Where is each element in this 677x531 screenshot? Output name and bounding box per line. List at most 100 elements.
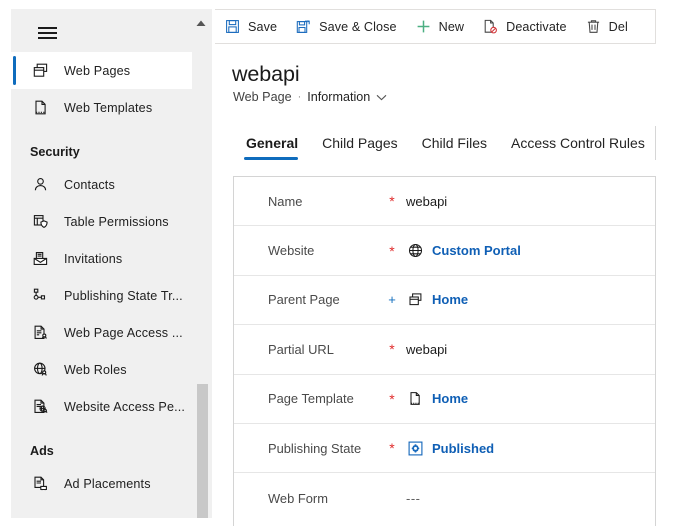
sidebar-item-label: Ad Placements (64, 476, 151, 491)
field-row-web-form: Web Form --- (234, 473, 655, 522)
required-marker: * (389, 341, 395, 358)
field-value-text: webapi (406, 193, 448, 209)
field-value-link[interactable]: Home (432, 292, 468, 307)
required-marker: * (389, 193, 395, 210)
sidebar-item-publishing-state-transitions[interactable]: Publishing State Tr... (11, 277, 192, 314)
field-value-text: webapi (406, 341, 448, 357)
sidebar-item-contacts[interactable]: Contacts (11, 166, 192, 203)
tab-general[interactable]: General (232, 128, 310, 160)
required-marker: * (389, 440, 395, 457)
required-marker: * (389, 242, 395, 259)
save-label: Save (248, 19, 278, 34)
required-marker: * (389, 390, 395, 407)
field-label: Page Template (268, 391, 354, 407)
sidebar: Web Pages Web Templates Security Contact… (11, 9, 212, 518)
tab-label: Access Control Rules (511, 135, 645, 151)
sidebar-item-web-pages[interactable]: Web Pages (11, 52, 192, 89)
field-value-website[interactable]: Custom Portal (401, 242, 521, 260)
save-and-close-label: Save & Close (319, 19, 397, 34)
sidebar-item-label: Web Templates (64, 100, 153, 115)
subheader-separator: · (297, 91, 302, 103)
web-pages-icon (406, 291, 424, 309)
sidebar-item-label: Contacts (64, 177, 115, 192)
new-label: New (438, 19, 465, 34)
tab-bar-right-edge (655, 126, 656, 160)
chevron-down-icon (376, 94, 387, 101)
sidebar-group-label: Security (30, 145, 80, 159)
field-value-link[interactable]: Home (432, 391, 468, 406)
web-page-access-icon (30, 322, 51, 343)
web-pages-icon (30, 60, 51, 81)
tab-child-pages[interactable]: Child Pages (310, 128, 410, 158)
sidebar-item-web-page-access-control-rules[interactable]: Web Page Access ... (11, 314, 192, 351)
field-row-partial-url: Partial URL * webapi (234, 325, 655, 375)
new-button[interactable]: New (406, 10, 474, 43)
field-value-parent-page[interactable]: Home (401, 291, 468, 309)
sidebar-nav-list: Web Pages Web Templates Security Contact… (11, 52, 212, 518)
field-label: Parent Page (268, 292, 340, 308)
field-value-text: --- (406, 490, 421, 506)
field-label: Publishing State (268, 440, 362, 456)
field-row-page-template: Page Template * Home (234, 375, 655, 424)
page-template-icon (406, 390, 424, 408)
field-label: Web Form (268, 490, 328, 506)
sidebar-scrollbar-thumb[interactable] (197, 384, 208, 518)
form-card: Name * webapi Website * Custom Portal Pa… (233, 176, 656, 526)
record-content-area: Save Save & Close New Deactivate Del web… (215, 0, 677, 531)
field-value-web-form[interactable]: --- (401, 491, 421, 506)
field-row-parent-page: Parent Page + Home (234, 276, 655, 326)
sidebar-item-invitations[interactable]: Invitations (11, 240, 192, 277)
tab-bar: General Child Pages Child Files Access C… (232, 128, 657, 160)
hamburger-icon[interactable] (28, 22, 64, 44)
entity-name: Web Page (233, 90, 292, 104)
field-value-partial-url[interactable]: webapi (401, 342, 447, 357)
field-value-link[interactable]: Custom Portal (432, 243, 521, 258)
save-and-close-button[interactable]: Save & Close (286, 10, 406, 43)
table-permissions-icon (30, 211, 51, 232)
tab-child-files[interactable]: Child Files (410, 128, 499, 158)
contacts-icon (30, 174, 51, 195)
deactivate-button[interactable]: Deactivate (473, 10, 576, 43)
sidebar-item-label: Web Page Access ... (64, 325, 183, 340)
sidebar-header (11, 9, 212, 50)
sidebar-item-table-permissions[interactable]: Table Permissions (11, 203, 192, 240)
field-value-publishing-state[interactable]: Published (401, 439, 494, 457)
deactivate-label: Deactivate (506, 19, 567, 34)
field-value-link[interactable]: Published (432, 441, 494, 456)
sidebar-item-web-templates[interactable]: Web Templates (11, 89, 192, 126)
tab-access-control-rules[interactable]: Access Control Rules (499, 128, 657, 158)
invitations-icon (30, 248, 51, 269)
app-window: Web Pages Web Templates Security Contact… (0, 0, 677, 531)
tab-label: General (246, 135, 299, 151)
field-value-name[interactable]: webapi (401, 194, 447, 209)
sidebar-item-website-access-permissions[interactable]: Website Access Pe... (11, 388, 192, 425)
field-value-page-template[interactable]: Home (401, 390, 468, 408)
sidebar-item-label: Publishing State Tr... (64, 288, 183, 303)
tab-label: Child Pages (322, 135, 398, 151)
globe-icon (406, 242, 424, 260)
deactivate-icon (482, 18, 499, 35)
field-label: Partial URL (268, 341, 334, 357)
sidebar-group-label: Ads (30, 444, 54, 458)
sidebar-item-web-roles[interactable]: Web Roles (11, 351, 192, 388)
delete-button[interactable]: Del (576, 10, 637, 43)
record-subheader: Web Page · Information (233, 90, 387, 104)
field-label: Website (268, 243, 315, 259)
sidebar-item-label: Invitations (64, 251, 123, 266)
scroll-up-arrow-icon[interactable] (195, 19, 207, 29)
publishing-state-icon (30, 285, 51, 306)
plus-icon (415, 18, 432, 35)
sidebar-item-label: Website Access Pe... (64, 399, 186, 414)
sidebar-item-label: Table Permissions (64, 214, 169, 229)
tab-active-indicator (244, 157, 299, 160)
web-templates-icon (30, 97, 51, 118)
delete-label: Del (608, 19, 628, 34)
sidebar-item-ad-placements[interactable]: Ad Placements (11, 465, 192, 502)
form-selector[interactable]: Information (307, 90, 387, 104)
tab-label: Child Files (421, 135, 487, 151)
website-access-icon (30, 396, 51, 417)
save-button[interactable]: Save (215, 10, 286, 43)
published-icon (406, 439, 424, 457)
sidebar-group-ads: Ads (11, 425, 212, 465)
recommended-marker: + (388, 292, 396, 308)
